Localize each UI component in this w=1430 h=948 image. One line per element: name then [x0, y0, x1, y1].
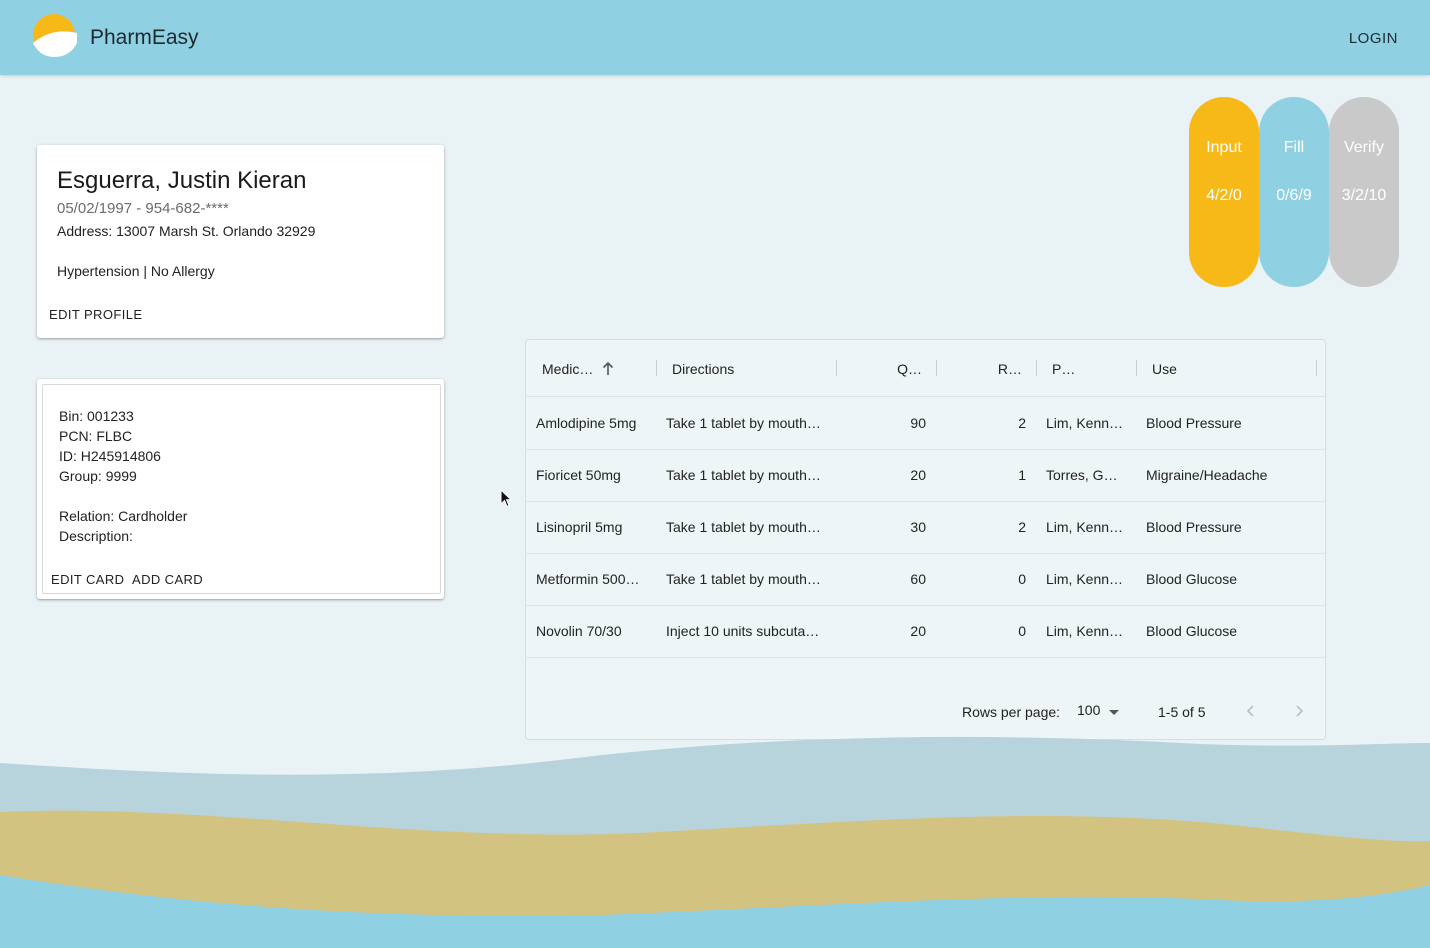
insurance-description: Description: [59, 528, 133, 544]
cell-prescriber: Lim, Kenn… [1046, 571, 1124, 587]
cell-quantity: 30 [910, 519, 926, 535]
chevron-down-icon[interactable] [1109, 710, 1119, 715]
insurance-card-inner: Bin: 001233 PCN: FLBC ID: H245914806 Gro… [42, 384, 441, 594]
table-row[interactable]: Lisinopril 5mg Take 1 tablet by mouth… 3… [526, 501, 1325, 554]
status-fill-count: 0/6/9 [1276, 187, 1312, 204]
cell-medication: Novolin 70/30 [536, 623, 622, 639]
insurance-relation: Relation: Cardholder [59, 508, 188, 524]
status-input-count: 4/2/0 [1206, 187, 1242, 204]
status-fill-label: Fill [1283, 139, 1305, 156]
column-separator[interactable] [936, 360, 937, 376]
chevron-left-icon[interactable] [1244, 704, 1258, 718]
cell-prescriber: Lim, Kenn… [1046, 623, 1124, 639]
cell-directions: Take 1 tablet by mouth… [666, 519, 821, 535]
status-input-label: Input [1206, 139, 1242, 156]
status-fill-pill[interactable]: Fill 0/6/9 [1259, 97, 1329, 287]
cell-directions: Take 1 tablet by mouth… [666, 571, 821, 587]
insurance-bin: Bin: 001233 [59, 408, 134, 424]
cell-prescriber: Lim, Kenn… [1046, 415, 1124, 431]
cell-refills: 2 [1018, 519, 1026, 535]
cell-quantity: 60 [910, 571, 926, 587]
pharmeasy-logo-icon [33, 14, 77, 57]
column-separator[interactable] [1136, 360, 1137, 376]
column-header-directions[interactable]: Directions [672, 361, 734, 377]
table-row[interactable]: Novolin 70/30 Inject 10 units subcuta… 2… [526, 605, 1325, 658]
patient-name: Esguerra, Justin Kieran [57, 167, 307, 194]
mouse-cursor-icon [500, 489, 513, 508]
cell-refills: 0 [1018, 623, 1026, 639]
cell-use: Blood Glucose [1146, 623, 1238, 639]
status-verify-count: 3/2/10 [1341, 187, 1387, 204]
table-row[interactable]: Fioricet 50mg Take 1 tablet by mouth… 20… [526, 449, 1325, 502]
column-header-refills[interactable]: R… [956, 361, 1022, 377]
cell-directions: Take 1 tablet by mouth… [666, 467, 821, 483]
patient-conditions: Hypertension | No Allergy [57, 263, 215, 279]
grid-pagination: Rows per page: 100 1-5 of 5 [526, 700, 1325, 730]
app-bar: PharmEasy LOGIN [0, 0, 1430, 75]
column-separator[interactable] [656, 360, 657, 376]
table-row[interactable]: Amlodipine 5mg Take 1 tablet by mouth… 9… [526, 397, 1325, 450]
rows-per-page-label: Rows per page: [962, 704, 1061, 720]
decorative-waves [0, 736, 1430, 948]
patient-dob-phone: 05/02/1997 - 954-682-**** [57, 200, 229, 217]
insurance-card: Bin: 001233 PCN: FLBC ID: H245914806 Gro… [37, 379, 444, 599]
cell-use: Blood Pressure [1146, 519, 1242, 535]
cell-prescriber: Torres, G… [1046, 467, 1118, 483]
cell-refills: 1 [1018, 467, 1026, 483]
cell-refills: 2 [1018, 415, 1026, 431]
cell-use: Blood Pressure [1146, 415, 1242, 431]
edit-card-button[interactable]: EDIT CARD [51, 572, 124, 587]
grid-header: Medic… Directions Q… R… P… Use [526, 340, 1325, 397]
rows-per-page-select[interactable]: 100 [1077, 702, 1100, 718]
insurance-id: ID: H245914806 [59, 448, 161, 464]
cell-quantity: 20 [910, 467, 926, 483]
cell-quantity: 90 [910, 415, 926, 431]
patient-address: Address: 13007 Marsh St. Orlando 32929 [57, 223, 316, 239]
column-separator[interactable] [1036, 360, 1037, 376]
cell-medication: Metformin 500… [536, 571, 640, 587]
cell-medication: Lisinopril 5mg [536, 519, 623, 535]
sort-ascending-icon[interactable] [602, 362, 614, 376]
column-header-quantity[interactable]: Q… [856, 361, 922, 377]
cell-directions: Take 1 tablet by mouth… [666, 415, 821, 431]
table-row[interactable]: Metformin 500… Take 1 tablet by mouth… 6… [526, 553, 1325, 606]
column-separator[interactable] [836, 360, 837, 376]
cell-prescriber: Lim, Kenn… [1046, 519, 1124, 535]
insurance-group: Group: 9999 [59, 468, 137, 484]
brand-title: PharmEasy [90, 26, 199, 49]
prescription-grid: Medic… Directions Q… R… P… Use Amlodipin… [525, 339, 1326, 740]
edit-profile-button[interactable]: EDIT PROFILE [49, 307, 142, 322]
cell-medication: Amlodipine 5mg [536, 415, 637, 431]
pagination-range: 1-5 of 5 [1158, 704, 1206, 720]
status-verify-pill[interactable]: Verify 3/2/10 [1329, 97, 1399, 287]
column-header-medication[interactable]: Medic… [542, 361, 593, 377]
login-button[interactable]: LOGIN [1349, 30, 1398, 47]
cell-use: Migraine/Headache [1146, 467, 1268, 483]
status-input-pill[interactable]: Input 4/2/0 [1189, 97, 1259, 287]
add-card-button[interactable]: ADD CARD [132, 572, 203, 587]
insurance-pcn: PCN: FLBC [59, 428, 133, 444]
column-header-use[interactable]: Use [1152, 361, 1177, 377]
column-header-prescriber[interactable]: P… [1052, 361, 1075, 377]
column-separator[interactable] [1316, 360, 1317, 376]
cell-quantity: 20 [910, 623, 926, 639]
chevron-right-icon[interactable] [1292, 704, 1306, 718]
cell-refills: 0 [1018, 571, 1026, 587]
cell-use: Blood Glucose [1146, 571, 1238, 587]
cell-directions: Inject 10 units subcuta… [666, 623, 820, 639]
patient-profile-card: Esguerra, Justin Kieran 05/02/1997 - 954… [37, 145, 444, 338]
status-verify-label: Verify [1343, 139, 1384, 156]
cell-medication: Fioricet 50mg [536, 467, 621, 483]
